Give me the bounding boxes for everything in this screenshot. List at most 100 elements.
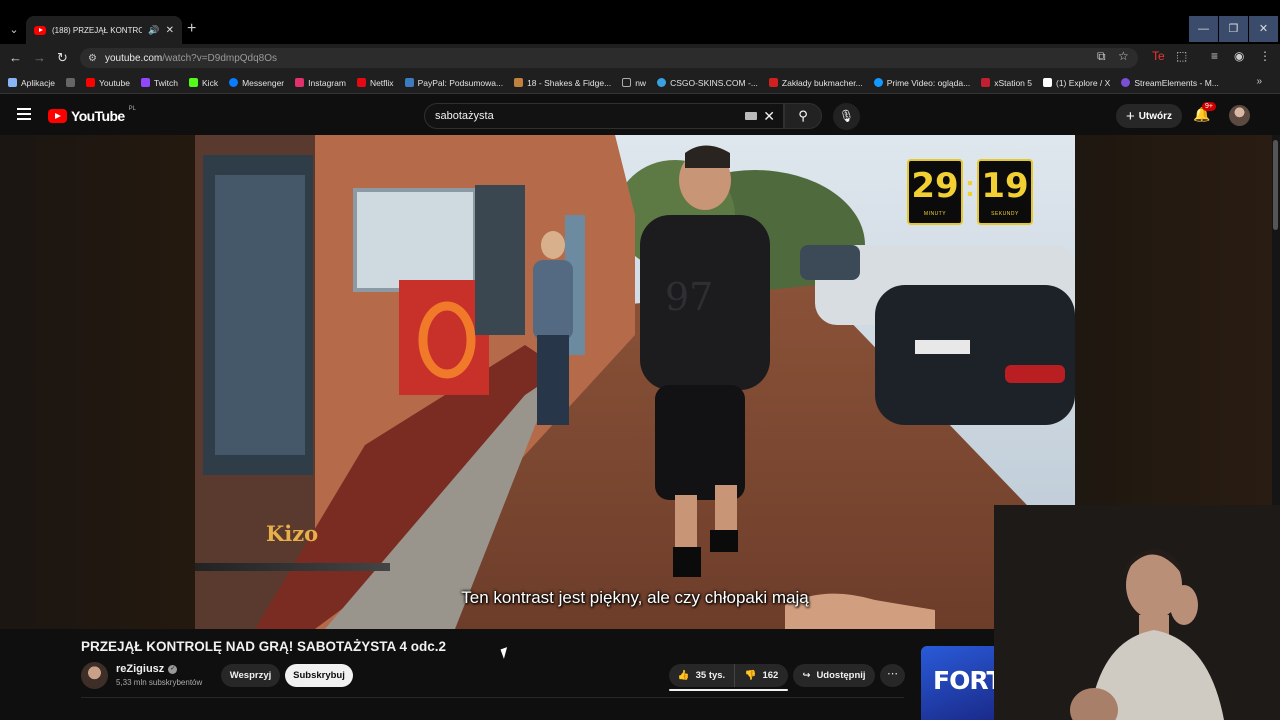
bookmark-item[interactable]: PayPal: Podsumowa... xyxy=(404,78,503,88)
plus-icon: + xyxy=(1125,107,1135,125)
search-query: sabotażysta xyxy=(435,110,494,122)
webcam-image xyxy=(994,505,1280,720)
bookmark-item[interactable]: xStation 5 xyxy=(981,78,1032,88)
channel-name[interactable]: reZigiusz ✓ xyxy=(116,663,178,675)
bookmarks-more-icon[interactable]: » xyxy=(1256,76,1262,87)
url-host: youtube.com xyxy=(104,52,163,64)
browser-menu-icon[interactable]: ⋮ xyxy=(1259,49,1271,63)
name-tag-overlay: Kizo xyxy=(266,521,319,546)
bookmark-item[interactable]: Instagram xyxy=(295,78,346,88)
bookmark-item[interactable]: nw xyxy=(622,78,646,88)
speaker-icon[interactable]: 🔊 xyxy=(148,25,159,36)
bookmark-label: Prime Video: ogląda... xyxy=(886,77,971,88)
betting-icon xyxy=(768,78,778,87)
bookmark-item[interactable]: Messenger xyxy=(229,78,284,88)
subscribe-button[interactable]: Subskrybuj xyxy=(285,664,353,687)
dislike-button[interactable]: 👎 162 xyxy=(735,670,788,681)
video-title: PRZEJĄŁ KONTROLĘ NAD GRĄ! SABOTAŻYSTA 4 … xyxy=(81,639,447,654)
timer-seconds: 19 xyxy=(981,166,1029,206)
share-label: Udostępnij xyxy=(816,670,866,681)
site-info-icon[interactable]: ⚙ xyxy=(88,53,97,64)
youtube-header: YouTube PL sabotażysta ✕ ⚲ 🎙 + Utwórz 🔔 9… xyxy=(0,95,1280,135)
window-close-button[interactable]: ✕ xyxy=(1249,16,1278,42)
menu-hamburger-icon[interactable] xyxy=(17,108,31,120)
bookmark-item[interactable]: Aplikacje xyxy=(8,78,55,88)
channel-name-text: reZigiusz xyxy=(116,663,165,675)
recommended-video-thumbnail[interactable]: FORTN xyxy=(921,646,994,720)
share-arrow-icon: ↪ xyxy=(802,670,811,681)
more-actions-button[interactable]: ⋯ xyxy=(880,664,905,687)
timer-seconds-box: 19 SEKUNDY xyxy=(977,159,1033,225)
youtube-play-icon xyxy=(48,109,67,123)
dislike-count: 162 xyxy=(762,670,779,681)
x-icon xyxy=(1043,78,1052,87)
bookmark-item[interactable]: Netflix xyxy=(356,77,394,88)
bookmark-label: Messenger xyxy=(242,77,285,88)
bookmark-item[interactable] xyxy=(66,78,76,87)
bookmark-item[interactable]: Prime Video: ogląda... xyxy=(873,77,971,88)
create-button[interactable]: + Utwórz xyxy=(1116,104,1182,128)
bookmark-item[interactable]: (1) Explore / X xyxy=(1043,78,1110,88)
install-app-icon[interactable]: ⧉ xyxy=(1097,49,1106,64)
support-button[interactable]: Wesprzyj xyxy=(221,664,280,687)
microphone-icon: 🎙 xyxy=(838,109,855,123)
webcam-overlay xyxy=(994,505,1280,720)
netflix-icon xyxy=(356,78,366,87)
create-label: Utwórz xyxy=(1138,110,1173,122)
like-button[interactable]: 👍 35 tys. xyxy=(669,664,735,687)
video-player[interactable]: 97 29 MINUTY : 19 SEKUNDY Kizo Ten kontr… xyxy=(195,135,1075,629)
subscriber-count: 5,33 mln subskrybentów xyxy=(116,678,203,687)
bookmark-item[interactable]: 18 - Shakes & Fidge... xyxy=(514,78,611,88)
scrollbar-thumb[interactable] xyxy=(1273,140,1278,230)
streamelements-icon xyxy=(1121,78,1131,87)
tab-search-icon[interactable]: ⌄ xyxy=(6,22,22,38)
new-tab-button[interactable]: + xyxy=(187,20,196,38)
extension-te-icon[interactable]: Te xyxy=(1152,49,1165,63)
youtube-logo[interactable]: YouTube PL xyxy=(48,106,136,124)
channel-avatar[interactable] xyxy=(81,662,108,689)
youtube-icon xyxy=(86,78,96,87)
forward-arrow-icon[interactable]: → xyxy=(33,50,46,65)
browser-tab-bar: ⌄ (188) PRZEJĄŁ KONTROLĘ N 🔊 ✕ + — ❐ ✕ xyxy=(0,0,1280,44)
window-minimize-button[interactable]: — xyxy=(1189,16,1218,42)
search-icon: ⚲ xyxy=(798,108,808,123)
window-restore-button[interactable]: ❐ xyxy=(1219,16,1248,42)
reload-icon[interactable]: ↻ xyxy=(57,50,68,66)
tab-title: (188) PRZEJĄŁ KONTROLĘ N xyxy=(52,25,143,35)
search-button[interactable]: ⚲ xyxy=(784,103,822,129)
media-control-icon[interactable]: ≡ xyxy=(1211,49,1218,63)
bookmark-star-icon[interactable]: ☆ xyxy=(1118,49,1129,63)
logo-wordmark: YouTube xyxy=(71,108,125,124)
keyboard-icon[interactable] xyxy=(745,112,758,120)
browser-tab[interactable]: (188) PRZEJĄŁ KONTROLĘ N 🔊 ✕ xyxy=(26,16,182,44)
bookmark-item[interactable]: Kick xyxy=(189,78,218,88)
bookmark-label: Youtube xyxy=(99,77,130,88)
account-avatar[interactable] xyxy=(1229,105,1250,126)
grid-icon xyxy=(66,78,76,87)
back-arrow-icon[interactable]: ← xyxy=(9,50,22,65)
bookmark-label: CSGO-SKINS.COM -... xyxy=(670,77,758,88)
address-bar[interactable]: ⚙ youtube.com/watch?v=D9dmpQdq8Os xyxy=(80,48,1138,68)
youtube-favicon-icon xyxy=(34,25,46,35)
share-button[interactable]: ↪ Udostępnij xyxy=(793,664,875,687)
clear-search-icon[interactable]: ✕ xyxy=(763,108,775,125)
timer-colon: : xyxy=(965,170,975,203)
tab-close-icon[interactable]: ✕ xyxy=(166,25,174,36)
bookmark-item[interactable]: Youtube xyxy=(86,78,130,88)
profile-icon[interactable]: ◉ xyxy=(1234,49,1244,63)
voice-search-button[interactable]: 🎙 xyxy=(833,103,860,130)
divider xyxy=(81,697,904,698)
bookmark-item[interactable]: Zakłady bukmacher... xyxy=(768,78,863,88)
browser-toolbar: ← → ↻ ⚙ youtube.com/watch?v=D9dmpQdq8Os … xyxy=(0,44,1280,72)
bookmark-item[interactable]: CSGO-SKINS.COM -... xyxy=(657,78,758,88)
bookmarks-bar: Aplikacje Youtube Twitch Kick Messenger … xyxy=(0,72,1280,94)
prime-video-icon xyxy=(873,78,883,87)
extensions-puzzle-icon[interactable]: ⬚ xyxy=(1176,49,1187,63)
csgo-icon xyxy=(657,78,667,87)
bookmark-label: xStation 5 xyxy=(994,77,1032,88)
search-input[interactable]: sabotażysta ✕ xyxy=(424,103,784,129)
bookmark-item[interactable]: StreamElements - M... xyxy=(1121,78,1219,88)
bookmark-item[interactable]: Twitch xyxy=(140,78,178,88)
bookmark-label: Instagram xyxy=(308,77,346,88)
bookmark-label: Netflix xyxy=(369,77,394,88)
